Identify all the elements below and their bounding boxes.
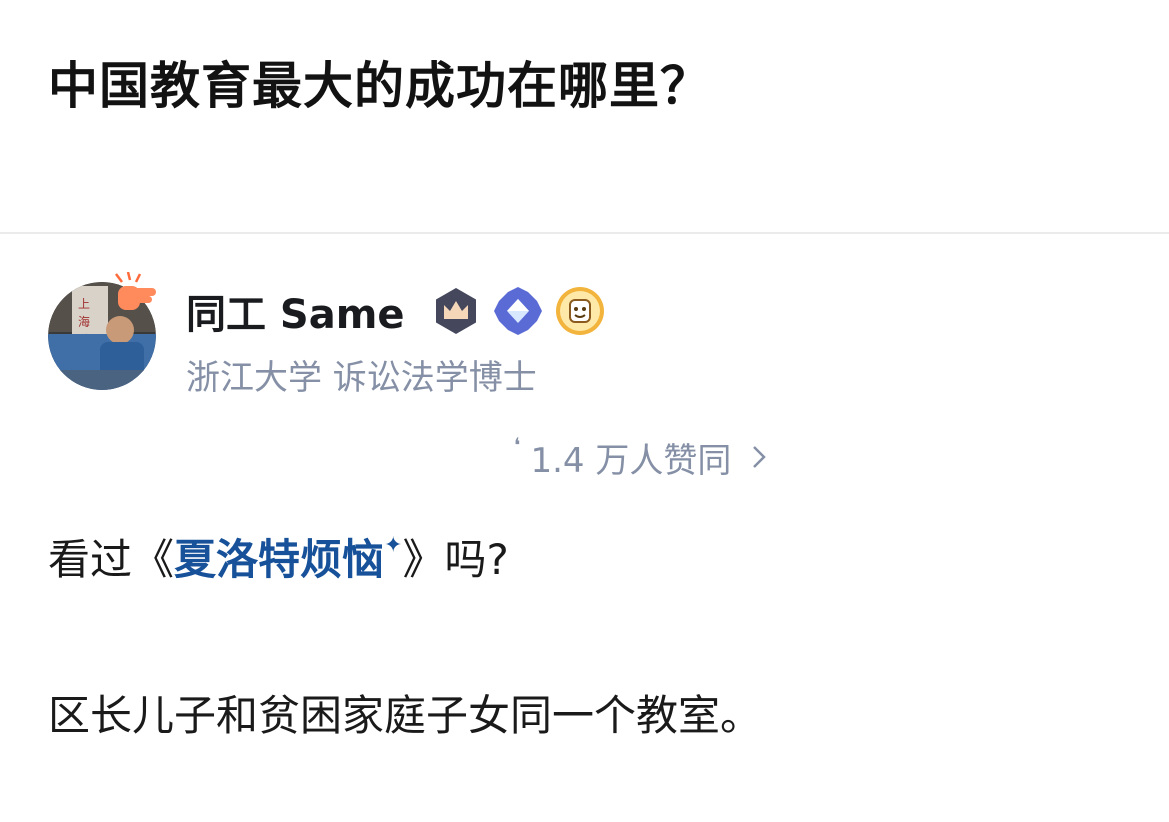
vote-count[interactable]: 1.4 万人赞同	[530, 433, 731, 482]
author-name[interactable]: 同工 Same	[186, 282, 405, 340]
answer-paragraph-2: 区长儿子和贫困家庭子女同一个教室。	[48, 691, 763, 740]
sparkle-icon: ✦	[384, 533, 403, 558]
book-title-link[interactable]: 夏洛特烦恼	[174, 535, 384, 584]
clap-hand-icon	[115, 272, 156, 310]
answer-p1-suffix: 》吗?	[402, 535, 509, 584]
answer-paragraph-1: 看过《夏洛特烦恼✦》吗?	[48, 526, 509, 587]
mascot-badge-icon[interactable]	[555, 286, 605, 336]
author-name-line: 同工 Same	[186, 282, 605, 340]
vote-mark-icon: ❛	[514, 433, 521, 457]
question-header: 中国教育最大的成功在哪里？	[0, 0, 1169, 234]
question-title[interactable]: 中国教育最大的成功在哪里？	[48, 46, 711, 118]
vote-summary[interactable]: ❛ 1.4 万人赞同	[514, 432, 769, 482]
svg-text:上: 上	[78, 297, 90, 311]
avatar-container[interactable]: 上 海 动	[48, 272, 156, 390]
crown-badge-icon[interactable]	[431, 286, 481, 336]
chevron-right-icon[interactable]	[749, 443, 769, 471]
svg-text:海: 海	[78, 314, 90, 329]
diamond-badge-icon[interactable]	[493, 286, 543, 336]
author-bio: 浙江大学 诉讼法学博士	[186, 358, 537, 398]
answer-p1-prefix: 看过《	[48, 535, 175, 584]
author-card: 上 海 动 同工 Same	[48, 270, 1128, 400]
